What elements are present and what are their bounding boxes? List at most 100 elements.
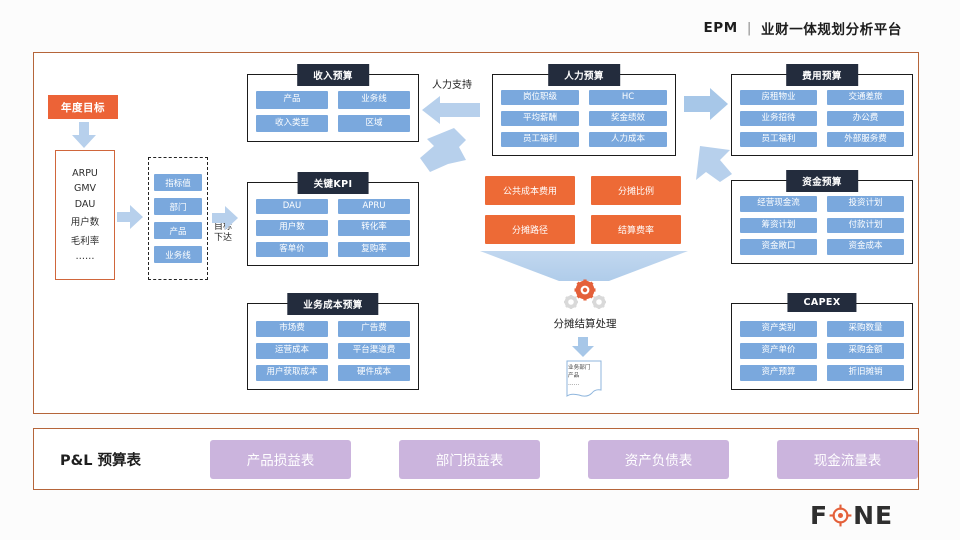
metric-item: 用户数 [70,217,100,229]
panel-cell: 业务线 [338,91,410,109]
logo-text-left: F [810,500,829,530]
annual-target-chip: 年度目标 [48,95,118,119]
arrow-diagonal-hr-to-kpi [420,128,466,172]
page-title: 业财一体规划分析平台 [761,22,902,38]
document-line1: 业务部门 [568,365,591,371]
panel-cell: 人力成本 [589,132,667,147]
panel-cell: 市场费 [256,321,328,337]
panel-cell: 资产单价 [740,343,817,359]
logo-text-right: NE [853,500,894,530]
document-text: 业务部门 产品 …… [568,364,602,388]
panel-cell: 区域 [338,114,410,132]
allocation-chip-public-cost: 公共成本费用 [485,176,575,205]
panel-cell: 外部服务费 [827,132,904,147]
panel-cell: 员工福利 [501,132,579,147]
hr-support-label: 人力支持 [432,80,472,91]
dimension-chip-indicator: 指标值 [154,174,202,191]
panel-cell: 收入类型 [256,114,328,132]
metric-item: …… [75,251,95,263]
dimension-box: 指标值 部门 产品 业务线 [148,157,208,280]
crosshair-icon [829,504,852,527]
pl-button-balance-sheet[interactable]: 资产负债表 [588,439,729,479]
panel-cell: 资金成本 [827,239,904,255]
panel-cell: APRU [338,199,410,215]
panel-business-cost-budget: 业务成本预算 市场费 广告费 运营成本 平台渠道费 用户获取成本 硬件成本 [247,293,419,390]
pl-section-title: P&L 预算表 [60,452,142,469]
slide-canvas: EPM | 业财一体规划分析平台 年度目标 ARPU GMV DAU 用户数 毛… [0,0,960,540]
panel-cell: 业务招待 [740,111,817,126]
panel-cell: 复购率 [338,241,410,257]
document-line3: …… [568,381,580,387]
panel-cell: 采购金额 [827,343,904,359]
fone-logo: F NE [810,500,910,530]
panel-title-hr-budget: 人力预算 [548,64,620,86]
panel-title-expense-budget: 费用预算 [786,64,858,86]
panel-cell: 平均薪酬 [501,111,579,126]
arrow-right-hr-to-expense [684,88,728,120]
metric-item: DAU [74,198,96,210]
panel-cell: 客单价 [256,241,328,257]
panel-key-kpi: 关键KPI DAU APRU 用户数 转化率 客单价 复购率 [247,172,419,266]
allocation-chip-path: 分摊路径 [485,215,575,244]
allocation-process-label: 分摊结算处理 [553,318,617,330]
panel-cell: 运营成本 [256,343,328,359]
panel-cell: 资产预算 [740,365,817,381]
header-divider: | [746,20,752,36]
panel-cell: 用户数 [256,220,328,236]
panel-title-key-kpi: 关键KPI [297,172,369,194]
panel-cell: 交通差旅 [827,90,904,105]
metric-item: GMV [73,183,97,195]
panel-cell: 采购数量 [827,321,904,337]
dimension-chip-department: 部门 [154,198,202,215]
panel-cell: 折旧摊销 [827,365,904,381]
metric-item: ARPU [72,167,98,179]
pl-button-department[interactable]: 部门损益表 [399,439,540,479]
panel-cell: 产品 [256,91,328,109]
panel-title-fund-budget: 资金预算 [786,170,858,192]
panel-cell: 投资计划 [827,196,904,212]
panel-cell: 岗位职级 [501,90,579,105]
dimension-chip-product: 产品 [154,222,202,239]
page-header: EPM | 业财一体规划分析平台 [703,18,902,38]
allocation-chip-ratio: 分摊比例 [591,176,681,205]
panel-cell: 广告费 [338,321,410,337]
pl-button-cash-flow[interactable]: 现金流量表 [777,439,918,479]
panel-capex: CAPEX 资产类别 采购数量 资产单价 采购金额 资产预算 折旧摊销 [731,293,913,390]
arrow-diagonal-hr-to-fund [696,146,732,182]
brand-label: EPM [703,20,738,36]
panel-revenue-budget: 收入预算 产品 业务线 收入类型 区域 [247,64,419,142]
pl-section: P&L 预算表 产品损益表 部门损益表 资产负债表 现金流量表 [33,428,919,490]
goal-dispatch-line2: 下达 [213,233,232,243]
panel-expense-budget: 费用预算 房租物业 交通差旅 业务招待 办公费 员工福利 外部服务费 [731,64,913,156]
panel-cell: 转化率 [338,220,410,236]
panel-cell: 资金敞口 [740,239,817,255]
panel-cell: 房租物业 [740,90,817,105]
panel-cell: 付款计划 [827,217,904,234]
arrow-right-dimensions-to-kpi [212,206,238,230]
panel-cell: DAU [256,199,328,215]
pl-button-product[interactable]: 产品损益表 [210,439,351,479]
panel-hr-budget: 人力预算 岗位职级 HC 平均薪酬 奖金绩效 员工福利 人力成本 [492,64,676,156]
panel-cell: 奖金绩效 [589,111,667,126]
panel-title-revenue-budget: 收入预算 [297,64,369,86]
metrics-list-box: ARPU GMV DAU 用户数 毛利率 …… [55,150,115,280]
panel-cell: 平台渠道费 [338,343,410,359]
arrow-right-metrics-to-dimensions [117,205,143,229]
panel-cell: 资产类别 [740,321,817,337]
panel-cell: 员工福利 [740,132,817,147]
arrow-down-annual-to-metrics [72,122,96,148]
allocation-chip-group: 公共成本费用 分摊比例 分摊路径 结算费率 [485,176,681,244]
panel-title-capex: CAPEX [787,293,857,312]
gears-icon [564,279,606,309]
panel-cell: 筹资计划 [740,217,817,234]
panel-fund-budget: 资金预算 经营现金流 投资计划 筹资计划 付款计划 资金敞口 资金成本 [731,170,913,264]
panel-cell: 办公费 [827,111,904,126]
metric-item: 毛利率 [70,235,100,247]
panel-cell: 用户获取成本 [256,365,328,381]
allocation-chip-rate: 结算费率 [591,215,681,244]
panel-title-business-cost-budget: 业务成本预算 [287,293,379,315]
document-line2: 产品 [568,373,580,379]
arrow-left-hr-support [422,96,480,124]
panel-cell: 硬件成本 [338,365,410,381]
arrow-down-to-document [572,337,594,357]
